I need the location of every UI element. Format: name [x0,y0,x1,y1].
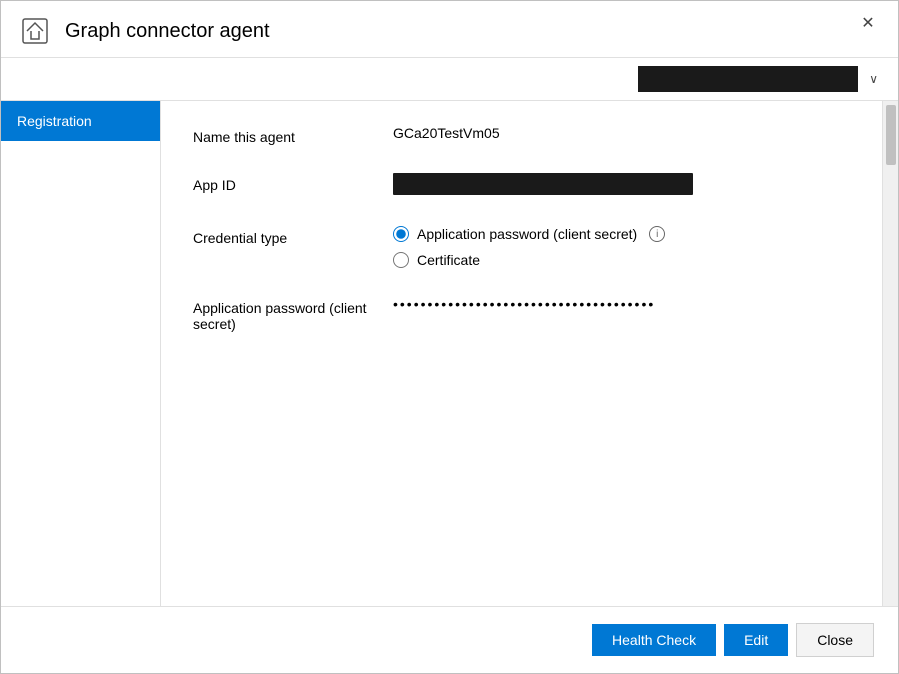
health-check-button[interactable]: Health Check [592,624,716,656]
scrollbar-thumb [886,105,896,165]
label-credential-type: Credential type [193,226,393,246]
form-row-appid: App ID [193,173,866,198]
scrollbar[interactable] [882,101,898,606]
agent-dropdown[interactable] [638,66,858,92]
info-icon[interactable]: i [649,226,665,242]
sidebar-item-registration[interactable]: Registration [1,101,160,141]
edit-button[interactable]: Edit [724,624,788,656]
app-id-masked [393,173,693,195]
title-left: Graph connector agent [17,13,270,49]
label-app-id: App ID [193,173,393,193]
credential-options: Application password (client secret) i C… [393,226,866,268]
value-name-agent: GCa20TestVm05 [393,125,866,141]
form-row-password: Application password (client secret) •••… [193,296,866,332]
radio-row-certificate: Certificate [393,252,866,268]
close-button[interactable]: Close [796,623,874,657]
radio-row-app-password: Application password (client secret) i [393,226,866,242]
form-row-name: Name this agent GCa20TestVm05 [193,125,866,145]
chevron-down-icon: ∨ [869,72,878,86]
main-content: Name this agent GCa20TestVm05 App ID Cre… [161,101,898,606]
dialog-window: Graph connector agent ✕ ∨ Registration N… [0,0,899,674]
footer: Health Check Edit Close [1,606,898,673]
value-app-id [393,173,866,198]
radio-app-password[interactable] [393,226,409,242]
dialog-title: Graph connector agent [65,20,270,43]
radio-label-certificate: Certificate [417,252,480,268]
label-name-agent: Name this agent [193,125,393,145]
sidebar: Registration [1,101,161,606]
title-bar: Graph connector agent ✕ [1,1,898,58]
close-window-button[interactable]: ✕ [854,9,882,37]
form-row-credential: Credential type Application password (cl… [193,226,866,268]
password-masked-value: •••••••••••••••••••••••••••••••••••••• [393,296,655,312]
dropdown-wrapper: ∨ [638,66,858,92]
radio-label-app-password: Application password (client secret) [417,226,637,242]
content-area: Registration Name this agent GCa20TestVm… [1,101,898,606]
value-app-password: •••••••••••••••••••••••••••••••••••••• [393,296,866,312]
dropdown-bar: ∨ [1,58,898,101]
radio-certificate[interactable] [393,252,409,268]
app-icon [17,13,53,49]
label-app-password: Application password (client secret) [193,296,393,332]
